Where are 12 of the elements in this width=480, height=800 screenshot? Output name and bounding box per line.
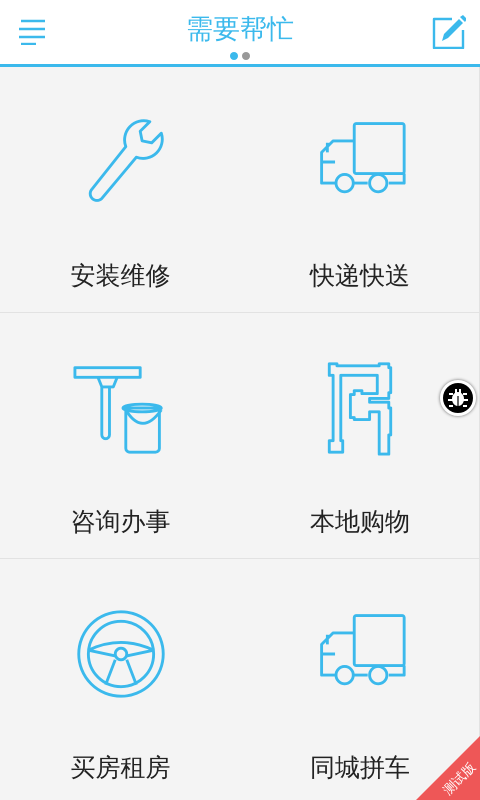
ribbon-text: 测试版	[440, 759, 480, 800]
bug-button[interactable]	[440, 380, 476, 416]
category-label[interactable]: 快递快送	[310, 259, 410, 292]
bug-icon	[447, 387, 469, 409]
category-label[interactable]: 安装维修	[70, 259, 170, 292]
category-label[interactable]: 同城拼车	[310, 751, 410, 784]
category-label[interactable]: 买房租房	[70, 751, 170, 784]
page-title: 需要帮忙	[186, 13, 294, 47]
edit-icon[interactable]	[432, 15, 466, 49]
category-label[interactable]: 咨询办事	[70, 505, 170, 538]
menu-icon[interactable]	[18, 19, 48, 45]
category-label[interactable]: 本地购物	[310, 505, 410, 538]
